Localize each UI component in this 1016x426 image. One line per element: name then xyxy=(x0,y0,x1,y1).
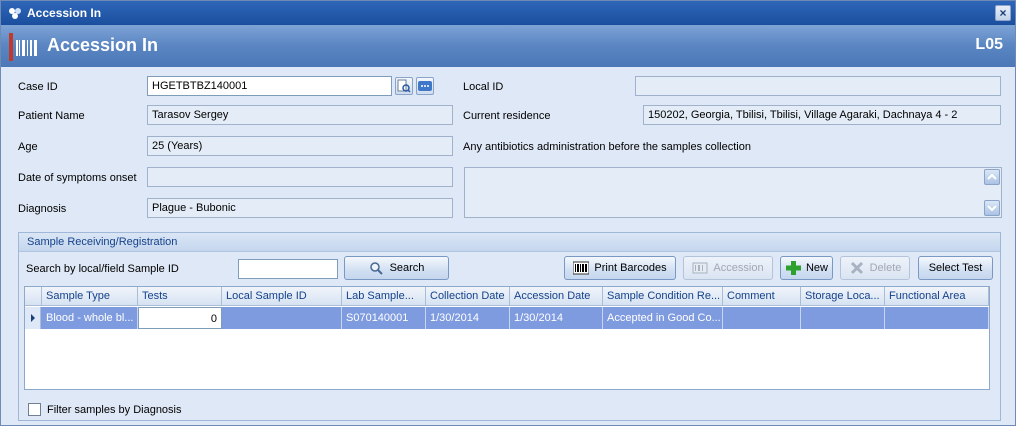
filter-by-diagnosis-checkbox[interactable] xyxy=(28,403,41,416)
age-label: Age xyxy=(18,141,38,153)
patient-name-label: Patient Name xyxy=(18,110,85,122)
plus-icon xyxy=(785,261,801,275)
window-title: Accession In xyxy=(27,6,102,20)
cell-storage-location[interactable] xyxy=(801,307,885,329)
app-icon xyxy=(9,8,21,19)
print-barcodes-button[interactable]: Print Barcodes xyxy=(564,256,676,280)
cell-functional-area[interactable] xyxy=(885,307,989,329)
column-header[interactable]: Sample Condition Re... xyxy=(603,287,723,306)
current-residence-label: Current residence xyxy=(463,110,551,122)
cell-local-sample-id[interactable] xyxy=(222,307,342,329)
page-title: Accession In xyxy=(47,35,159,55)
column-header[interactable]: Local Sample ID xyxy=(222,287,342,306)
form-code: L05 xyxy=(975,36,1003,53)
samples-grid[interactable]: Sample Type Tests Local Sample ID Lab Sa… xyxy=(24,286,990,390)
search-icon xyxy=(369,262,383,275)
ellipsis-icon xyxy=(418,81,432,91)
scroll-down-button[interactable] xyxy=(984,200,1000,216)
search-label: Search by local/field Sample ID xyxy=(26,263,179,275)
grid-corner xyxy=(25,287,42,306)
select-test-button[interactable]: Select Test xyxy=(918,256,993,280)
accession-label: Accession xyxy=(713,262,764,274)
search-button[interactable]: Search xyxy=(344,256,449,280)
group-title: Sample Receiving/Registration xyxy=(19,233,1000,252)
column-header[interactable]: Comment xyxy=(723,287,801,306)
column-header[interactable]: Functional Area xyxy=(885,287,989,306)
column-header[interactable]: Tests xyxy=(138,287,222,306)
accession-icon xyxy=(692,262,708,274)
patient-name-field: Tarasov Sergey xyxy=(147,105,453,125)
local-id-label: Local ID xyxy=(463,81,504,93)
barcode-icon xyxy=(9,33,37,61)
accession-in-window: Accession In × Accession In L05 Case ID … xyxy=(0,0,1016,426)
row-pointer-icon xyxy=(31,314,35,322)
current-residence-field: 150202, Georgia, Tbilisi, Tbilisi, Villa… xyxy=(643,105,1001,125)
cell-collection-date[interactable]: 1/30/2014 xyxy=(426,307,510,329)
chevron-up-icon xyxy=(987,173,997,180)
column-header[interactable]: Sample Type xyxy=(42,287,138,306)
delete-icon xyxy=(850,261,863,275)
select-test-label: Select Test xyxy=(928,262,983,274)
column-header[interactable]: Accession Date xyxy=(510,287,603,306)
new-label: New xyxy=(805,262,828,274)
column-header[interactable]: Storage Loca... xyxy=(801,287,885,306)
cell-lab-sample[interactable]: S070140001 xyxy=(342,307,426,329)
symptoms-onset-label: Date of symptoms onset xyxy=(18,172,137,184)
diagnosis-label: Diagnosis xyxy=(18,203,67,215)
antibiotics-label: Any antibiotics administration before th… xyxy=(463,141,751,153)
antibiotics-memo[interactable] xyxy=(464,167,1002,218)
close-button[interactable]: × xyxy=(995,5,1011,21)
scroll-up-button[interactable] xyxy=(984,169,1000,185)
grid-header: Sample Type Tests Local Sample ID Lab Sa… xyxy=(25,287,989,306)
filter-by-diagnosis-label: Filter samples by Diagnosis xyxy=(47,404,182,416)
column-header[interactable]: Lab Sample... xyxy=(342,287,426,306)
cell-sample-type[interactable]: Blood - whole bl... xyxy=(42,307,138,329)
search-button-label: Search xyxy=(389,262,425,274)
print-barcodes-label: Print Barcodes xyxy=(594,262,667,274)
diagnosis-field: Plague - Bubonic xyxy=(147,198,453,218)
new-button[interactable]: New xyxy=(780,256,833,280)
delete-button[interactable]: Delete xyxy=(840,256,910,280)
chevron-down-icon xyxy=(987,205,997,212)
table-row[interactable]: Blood - whole bl... 0 S070140001 1/30/20… xyxy=(25,307,989,329)
search-document-icon xyxy=(397,79,411,93)
case-id-label: Case ID xyxy=(18,81,58,93)
case-more-button[interactable] xyxy=(416,77,434,95)
barcode-print-icon xyxy=(573,261,590,275)
case-id-input[interactable]: HGETBTBZ140001 xyxy=(147,76,392,96)
title-bar: Accession In × xyxy=(1,1,1015,25)
form-header: Accession In L05 xyxy=(1,25,1015,67)
row-indicator[interactable] xyxy=(25,307,41,329)
cell-sample-condition[interactable]: Accepted in Good Co... xyxy=(603,307,723,329)
case-lookup-button[interactable] xyxy=(395,77,413,95)
symptoms-onset-field xyxy=(147,167,453,187)
accession-button[interactable]: Accession xyxy=(683,256,773,280)
cell-accession-date[interactable]: 1/30/2014 xyxy=(510,307,603,329)
column-header[interactable]: Collection Date xyxy=(426,287,510,306)
age-field: 25 (Years) xyxy=(147,136,453,156)
delete-label: Delete xyxy=(869,262,902,274)
local-id-field xyxy=(635,76,1001,96)
sample-search-input[interactable] xyxy=(238,259,338,279)
cell-comment[interactable] xyxy=(723,307,801,329)
cell-tests[interactable]: 0 xyxy=(138,307,222,329)
